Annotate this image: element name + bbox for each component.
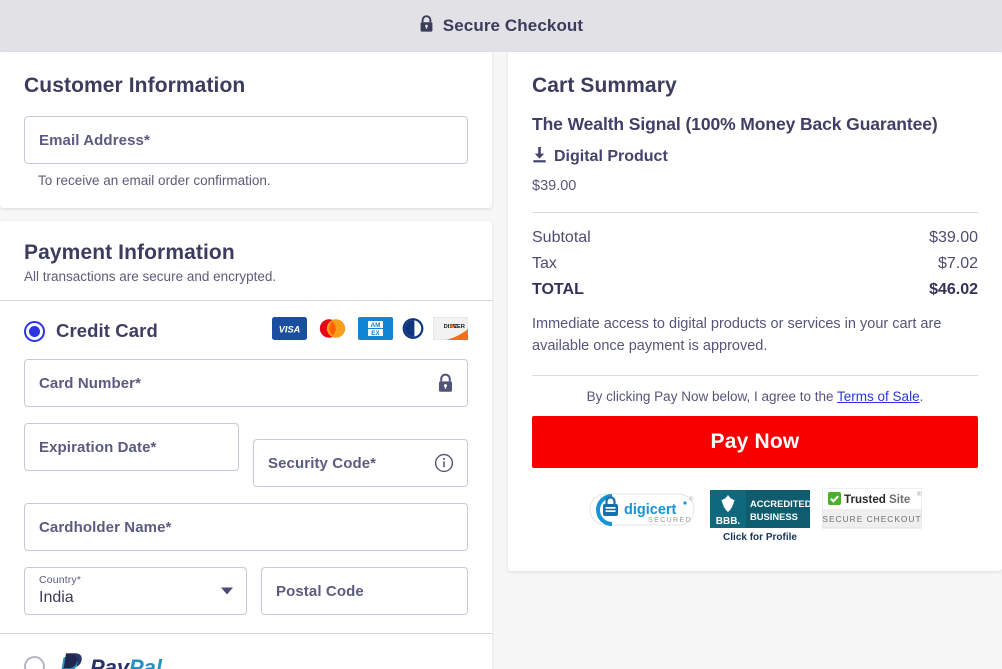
card-number-field[interactable]: Card Number* [24, 359, 468, 407]
digicert-badge-icon[interactable]: digicert SECURED ® [588, 488, 698, 537]
country-select-value: India [39, 589, 74, 606]
subtotal-value: $39.00 [929, 229, 978, 246]
terms-agreement-text: By clicking Pay Now below, I agree to th… [532, 389, 978, 404]
terms-prefix: By clicking Pay Now below, I agree to th… [586, 388, 838, 404]
tax-label: Tax [532, 255, 557, 272]
payment-information-card: Payment Information All transactions are… [0, 221, 492, 669]
svg-text:Click for Profile: Click for Profile [723, 532, 797, 543]
card-number-label: Card Number* [39, 374, 142, 392]
cart-divider [532, 212, 978, 213]
tax-row: Tax $7.02 [532, 255, 978, 273]
payment-information-header: Payment Information All transactions are… [0, 221, 492, 300]
country-select-caption: Country* [39, 574, 82, 586]
svg-text:®: ® [917, 491, 922, 498]
email-field[interactable]: Email Address* [24, 116, 468, 164]
payment-method-paypal[interactable]: Pay Pal PayPal [0, 634, 492, 669]
chevron-down-icon[interactable] [221, 587, 233, 595]
credit-card-form: Card Number* Expiration Date* Security C… [0, 359, 492, 615]
credit-card-label: Credit Card [56, 320, 158, 341]
tax-value: $7.02 [937, 255, 978, 272]
visa-icon: VISA [272, 317, 307, 345]
expiration-security-row: Expiration Date* Security Code* [24, 423, 468, 487]
bbb-accredited-business-badge-icon[interactable]: BBB. ACCREDITED BUSINESS Click for Profi… [710, 488, 812, 549]
svg-text:VER: VER [453, 324, 466, 330]
digital-product-label: Digital Product [554, 148, 668, 165]
email-field-label: Email Address* [39, 131, 150, 149]
svg-text:VISA: VISA [279, 325, 300, 335]
customer-information-title: Customer Information [24, 74, 246, 97]
amex-icon: AM EX [358, 317, 393, 345]
svg-text:Trusted: Trusted [844, 493, 886, 506]
svg-text:SECURED: SECURED [648, 517, 692, 524]
digital-product-row: Digital Product [532, 146, 978, 168]
download-icon [532, 146, 547, 168]
lock-icon [437, 373, 454, 393]
svg-text:SECURE CHECKOUT: SECURE CHECKOUT [822, 514, 921, 524]
paypal-radio[interactable] [24, 655, 45, 669]
pay-now-button[interactable]: Pay Now [532, 415, 978, 468]
email-help-text: To receive an email order confirmation. [38, 173, 271, 188]
secure-checkout-bar: Secure Checkout [0, 0, 1002, 52]
svg-text:digicert: digicert [624, 502, 677, 518]
country-postal-row: Country* India Postal Code [24, 567, 468, 615]
immediate-access-note: Immediate access to digital products or … [532, 316, 942, 355]
total-row: TOTAL $46.02 [532, 281, 978, 299]
terms-of-sale-link[interactable]: Terms of Sale [837, 389, 920, 404]
svg-text:EX: EX [371, 330, 380, 337]
lock-icon [419, 14, 434, 38]
expiration-date-field[interactable]: Expiration Date* [24, 423, 239, 471]
svg-text:BUSINESS: BUSINESS [750, 511, 798, 522]
cart-summary-title: Cart Summary [532, 74, 677, 97]
terms-suffix: . [919, 388, 924, 404]
product-name: The Wealth Signal (100% Money Back Guara… [532, 114, 938, 134]
expiration-date-label: Expiration Date* [39, 438, 157, 456]
cart-summary-card: Cart Summary The Wealth Signal (100% Mon… [508, 52, 1002, 571]
postal-code-label: Postal Code [276, 582, 364, 600]
total-label: TOTAL [532, 281, 584, 298]
checkout-body: Customer Information Email Address* To r… [0, 52, 1002, 669]
subtotal-label: Subtotal [532, 229, 591, 246]
svg-text:AM: AM [371, 322, 381, 329]
svg-text:Site: Site [889, 493, 911, 506]
cardholder-name-field[interactable]: Cardholder Name* [24, 503, 468, 551]
payment-information-subtitle: All transactions are secure and encrypte… [24, 269, 277, 284]
left-column: Customer Information Email Address* To r… [0, 52, 492, 669]
product-price: $39.00 [532, 178, 577, 194]
credit-card-radio-dot [29, 325, 40, 337]
mastercard-icon [315, 317, 350, 345]
svg-text:®: ® [689, 496, 694, 503]
credit-card-radio[interactable] [24, 320, 45, 342]
info-icon[interactable] [434, 453, 454, 473]
card-brand-icons: VISA AM EX VER [272, 316, 469, 345]
svg-text:BBB.: BBB. [716, 516, 741, 527]
paypal-logo-icon: Pay Pal [56, 650, 178, 669]
country-select[interactable]: Country* India [24, 567, 247, 615]
payment-information-title: Payment Information [24, 241, 235, 264]
svg-text:ACCREDITED: ACCREDITED [750, 498, 810, 509]
total-value: $46.02 [929, 281, 978, 298]
security-code-label: Security Code* [268, 454, 377, 472]
svg-text:Pal: Pal [129, 655, 163, 669]
trust-badges: digicert SECURED ® BBB. ACCREDITED BUSIN… [532, 487, 978, 549]
svg-text:Pay: Pay [90, 655, 131, 669]
discover-icon: DISC VER [432, 316, 469, 345]
cardholder-name-label: Cardholder Name* [39, 518, 172, 536]
customer-information-card: Customer Information Email Address* To r… [0, 52, 492, 208]
security-code-field[interactable]: Security Code* [253, 439, 468, 487]
secure-checkout-title: Secure Checkout [442, 16, 584, 35]
right-column: Cart Summary The Wealth Signal (100% Mon… [508, 52, 1002, 571]
postal-code-field[interactable]: Postal Code [261, 567, 468, 615]
subtotal-row: Subtotal $39.00 [532, 229, 978, 247]
terms-divider [532, 374, 978, 376]
diners-club-icon [401, 317, 425, 345]
payment-method-credit-card[interactable]: Credit Card VISA AM EX VER [0, 301, 492, 359]
trustedsite-badge-icon[interactable]: Trusted Site ® SECURE CHECKOUT [821, 487, 923, 535]
